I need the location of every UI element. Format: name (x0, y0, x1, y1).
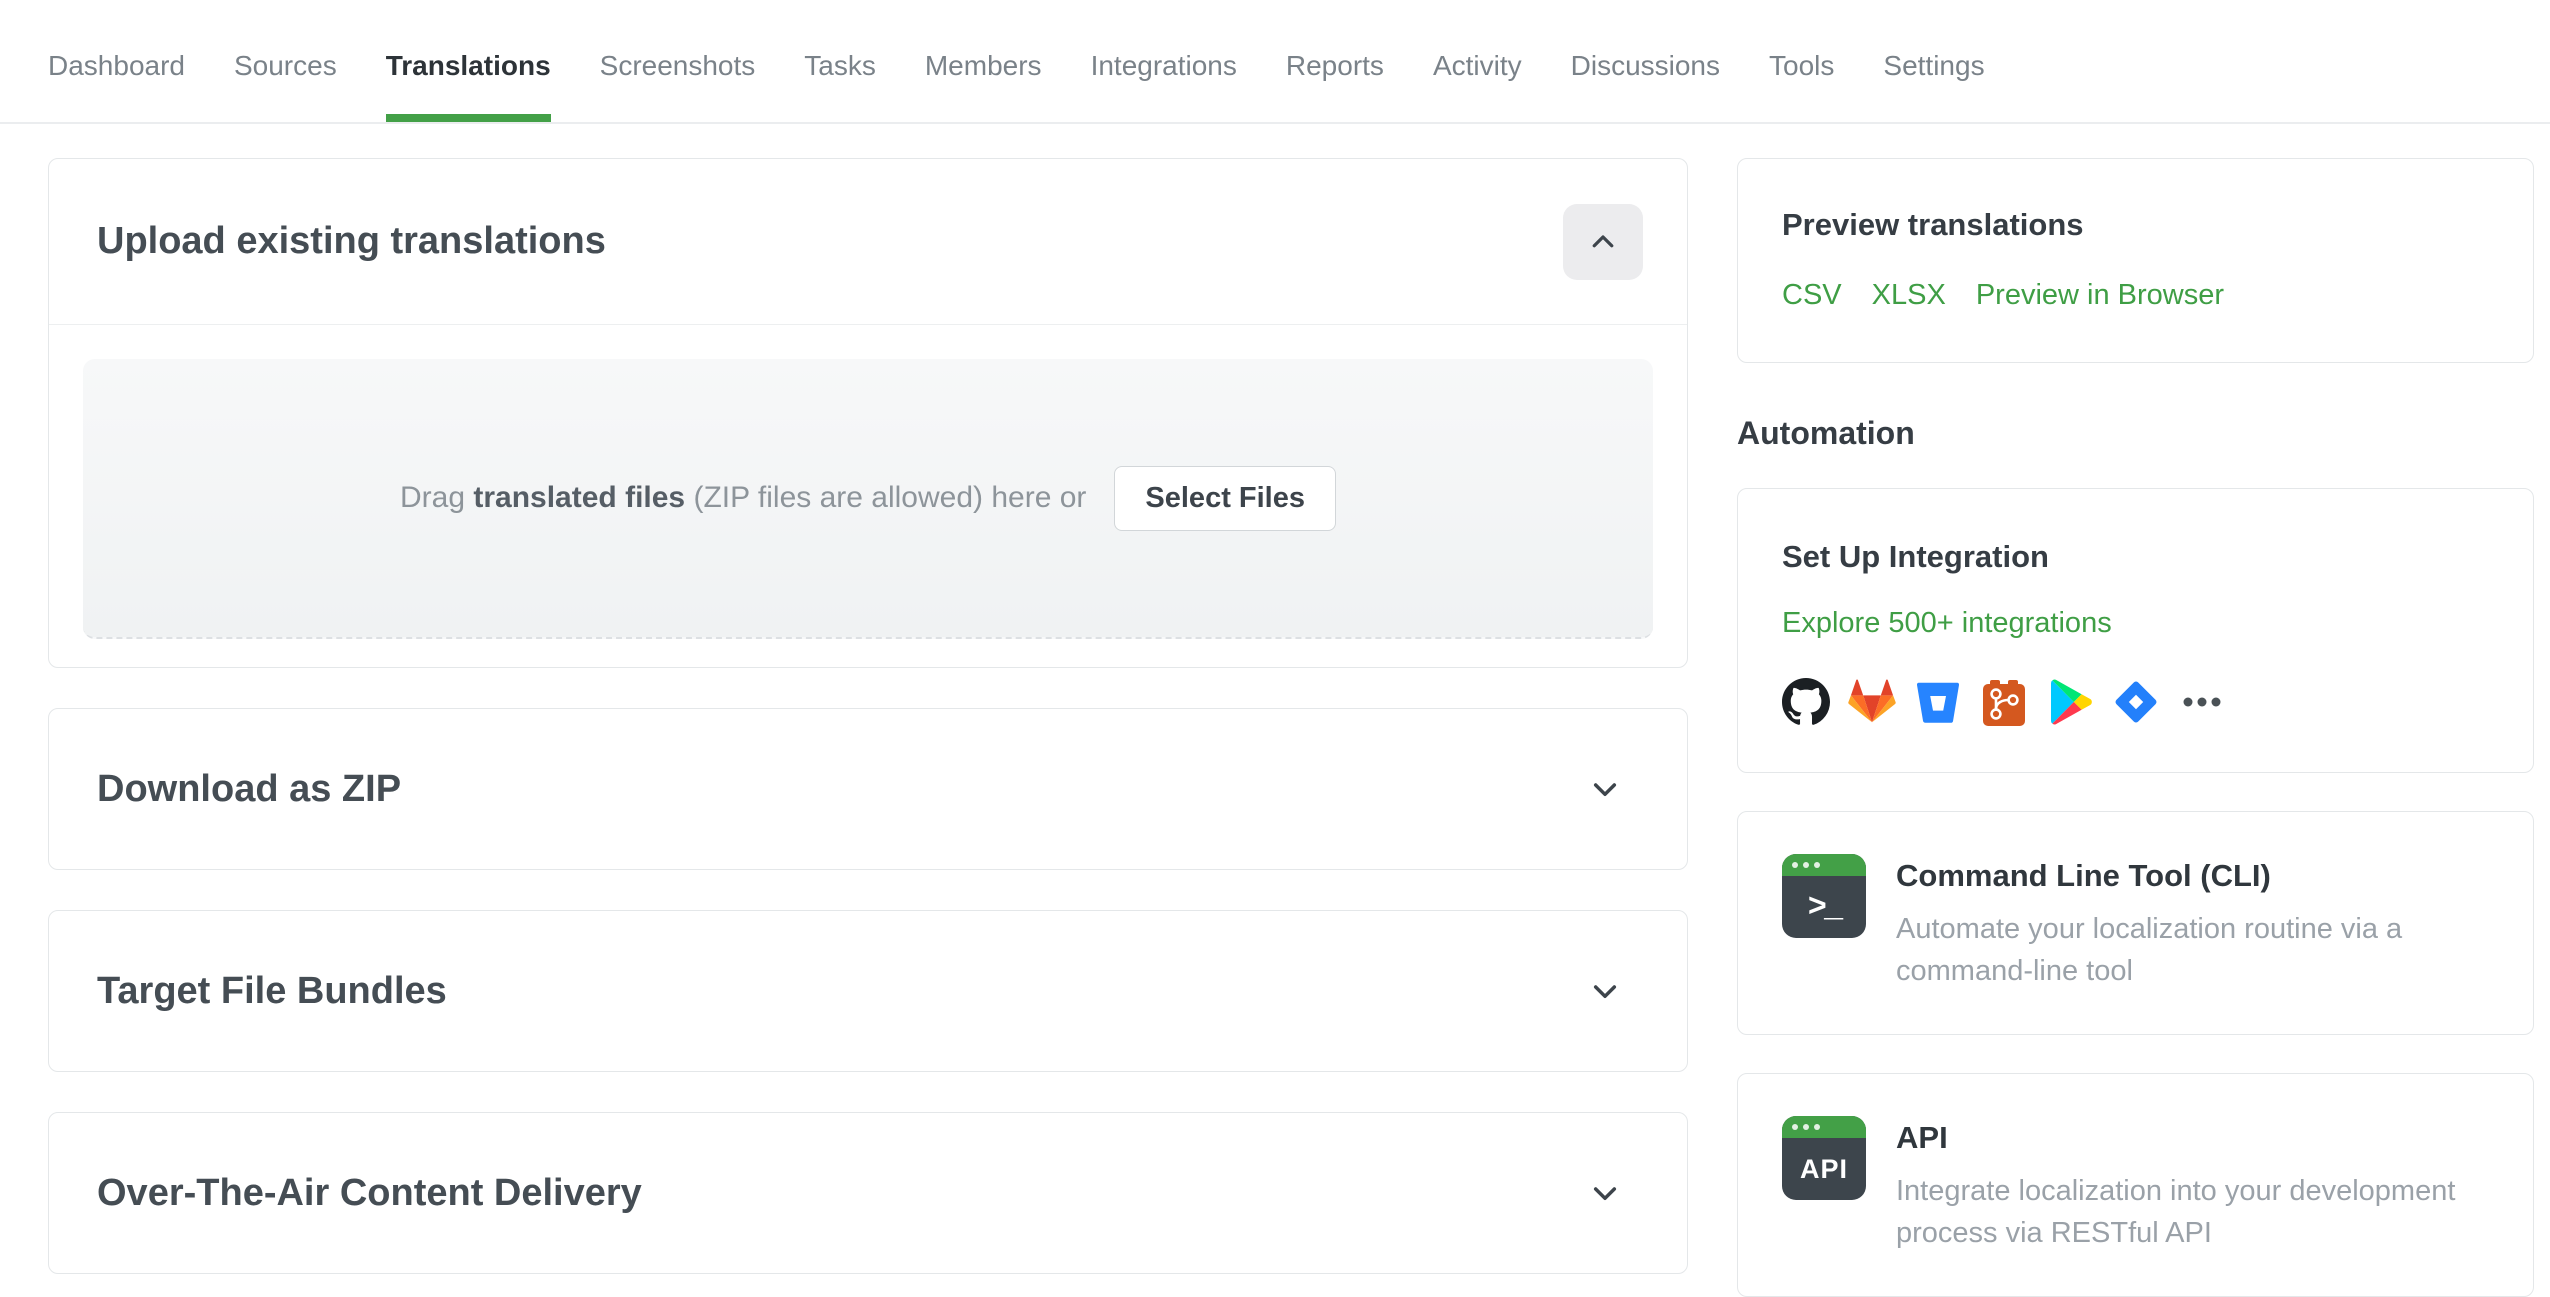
api-icon-label: API (1799, 1153, 1848, 1184)
tab-screenshots[interactable]: Screenshots (600, 0, 756, 122)
terminal-icon: >_ (1782, 854, 1866, 938)
ota-content-delivery-title: Over-The-Air Content Delivery (97, 1171, 642, 1214)
target-file-bundles-card[interactable]: Target File Bundles (48, 910, 1688, 1072)
preview-translations-title: Preview translations (1782, 207, 2084, 242)
tab-settings[interactable]: Settings (1883, 0, 1984, 122)
api-card-description: Integrate localization into your develop… (1896, 1175, 2456, 1249)
tab-tasks[interactable]: Tasks (804, 0, 876, 122)
tab-translations[interactable]: Translations (385, 0, 551, 122)
upload-card-header: Upload existing translations (49, 159, 1687, 325)
upload-translations-card: Upload existing translations Drag transl… (48, 158, 1688, 668)
main-column: Upload existing translations Drag transl… (48, 158, 1688, 1274)
preview-links: CSV XLSX Preview in Browser (1782, 279, 2489, 312)
bitbucket-icon[interactable] (1914, 678, 1962, 726)
xlsx-link[interactable]: XLSX (1872, 279, 1946, 312)
window-dot-icon (1814, 1124, 1820, 1130)
tab-members[interactable]: Members (925, 0, 1042, 122)
api-card-title: API (1896, 1120, 1948, 1155)
ota-content-delivery-card[interactable]: Over-The-Air Content Delivery (48, 1112, 1688, 1274)
tab-sources[interactable]: Sources (234, 0, 337, 122)
file-dropzone[interactable]: Drag translated files (ZIP files are all… (83, 359, 1653, 639)
gitlab-icon[interactable] (1848, 678, 1896, 726)
tab-integrations[interactable]: Integrations (1091, 0, 1237, 122)
cli-card[interactable]: >_ Command Line Tool (CLI) Automate your… (1737, 811, 2534, 1035)
target-file-bundles-title: Target File Bundles (97, 969, 447, 1012)
chevron-up-icon (1592, 234, 1614, 247)
top-nav: Dashboard Sources Translations Screensho… (0, 0, 2550, 124)
sidebar: Preview translations CSV XLSX Preview in… (1737, 158, 2534, 1297)
automation-heading: Automation (1737, 415, 1915, 451)
upload-card-title: Upload existing translations (97, 220, 606, 262)
chevron-down-icon[interactable] (1589, 975, 1621, 1007)
api-card-text: API Integrate localization into your dev… (1896, 1116, 2489, 1254)
window-dot-icon (1792, 862, 1798, 868)
cli-card-description: Automate your localization routine via a… (1896, 913, 2403, 987)
cli-card-text: Command Line Tool (CLI) Automate your lo… (1896, 854, 2489, 992)
google-play-icon[interactable] (2046, 678, 2094, 726)
select-files-button[interactable]: Select Files (1114, 465, 1336, 531)
integration-icons-row (1782, 678, 2489, 726)
terminal-icon-titlebar (1782, 854, 1866, 876)
tab-discussions[interactable]: Discussions (1571, 0, 1720, 122)
preview-in-browser-link[interactable]: Preview in Browser (1976, 279, 2224, 312)
terminal-prompt-glyph: >_ (1807, 888, 1843, 926)
page-layout: Upload existing translations Drag transl… (0, 124, 2550, 1297)
explore-integrations-link[interactable]: Explore 500+ integrations (1782, 607, 2112, 640)
collapse-button[interactable] (1563, 203, 1643, 280)
dropzone-text: Drag translated files (ZIP files are all… (399, 481, 1087, 514)
dropzone-text-bold: translated files (473, 481, 686, 514)
jira-icon[interactable] (2112, 678, 2160, 726)
api-icon: API (1782, 1116, 1866, 1200)
upload-card-body: Drag translated files (ZIP files are all… (49, 325, 1687, 667)
github-icon[interactable] (1782, 678, 1830, 726)
download-as-zip-card[interactable]: Download as ZIP (48, 708, 1688, 870)
set-up-integration-title: Set Up Integration (1782, 539, 2049, 574)
api-card[interactable]: API API Integrate localization into your… (1737, 1073, 2534, 1297)
chevron-down-icon[interactable] (1589, 1177, 1621, 1209)
tab-tools[interactable]: Tools (1769, 0, 1834, 122)
tab-reports[interactable]: Reports (1286, 0, 1384, 122)
preview-translations-card: Preview translations CSV XLSX Preview in… (1737, 158, 2534, 363)
cli-card-title: Command Line Tool (CLI) (1896, 858, 2271, 893)
window-dot-icon (1814, 862, 1820, 868)
window-dot-icon (1803, 862, 1809, 868)
set-up-integration-card: Set Up Integration Explore 500+ integrat… (1737, 488, 2534, 773)
download-as-zip-title: Download as ZIP (97, 767, 402, 810)
window-dot-icon (1803, 1124, 1809, 1130)
api-icon-titlebar (1782, 1116, 1866, 1138)
chevron-down-icon[interactable] (1589, 773, 1621, 805)
more-integrations-icon[interactable] (2178, 678, 2226, 726)
csv-link[interactable]: CSV (1782, 279, 1842, 312)
window-dot-icon (1792, 1124, 1798, 1130)
git-icon[interactable] (1980, 678, 2028, 726)
tab-dashboard[interactable]: Dashboard (48, 0, 185, 122)
tab-activity[interactable]: Activity (1433, 0, 1522, 122)
